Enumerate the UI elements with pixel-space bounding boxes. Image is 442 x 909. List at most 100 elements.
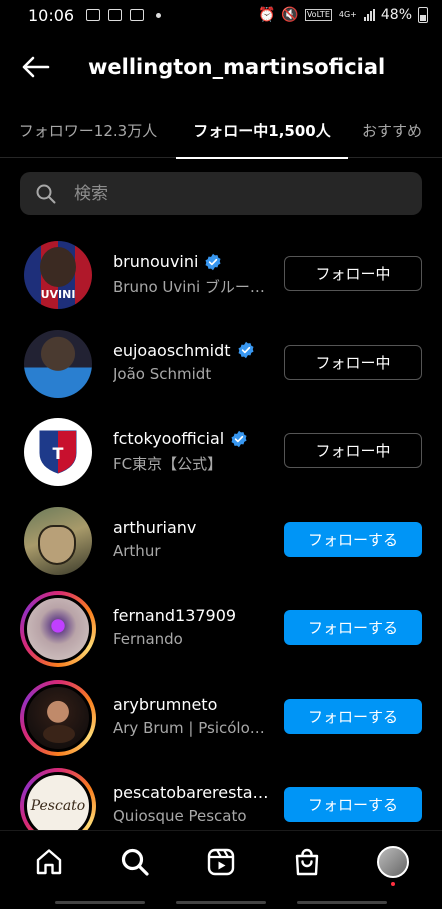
shop-icon [295, 848, 319, 876]
list-item[interactable]: arthurianv Arthur フォローする [0, 494, 442, 583]
username[interactable]: eujoaoschmidt [113, 341, 273, 360]
status-right: ⏰ 🔇 VoLTE 4G+ 48% [258, 7, 428, 23]
system-nav-home[interactable] [175, 901, 266, 904]
more-notifications-icon [156, 12, 162, 18]
bottom-nav [0, 830, 442, 893]
avatar[interactable] [24, 329, 92, 398]
follow-button[interactable]: フォローする [284, 521, 422, 557]
status-time: 10:06 [28, 5, 75, 25]
fullname: João Schmidt [113, 364, 212, 383]
avatar[interactable] [24, 506, 92, 575]
story-ring [20, 591, 96, 667]
fullname: Ary Brum | Psicólo… [113, 718, 265, 737]
back-button[interactable] [0, 40, 70, 94]
following-list: UVINI brunouvini Bruno Uvini ブルー… フォロー中 … [0, 228, 442, 848]
following-button[interactable]: フォロー中 [284, 256, 422, 291]
avatar-text: Pescato [30, 798, 86, 814]
fc-tokyo-crest-icon: T [39, 430, 77, 474]
search-icon [121, 848, 149, 876]
home-icon [36, 849, 62, 875]
volte-icon: VoLTE [304, 9, 332, 21]
avatar[interactable]: UVINI [24, 241, 92, 309]
username[interactable]: fctokyoofficial [113, 429, 273, 448]
profile-avatar [377, 846, 409, 878]
nav-reels[interactable] [191, 832, 251, 892]
avatar-text: UVINI [40, 288, 76, 301]
tab-suggested[interactable]: おすすめ [348, 102, 442, 158]
following-button[interactable]: フォロー中 [284, 344, 422, 380]
system-nav-bar [0, 896, 442, 909]
username[interactable]: arthurianv [113, 518, 273, 537]
search-input[interactable] [74, 183, 394, 204]
user-text: brunouvini Bruno Uvini ブルー… [113, 252, 273, 297]
tab-followers[interactable]: フォロワー12.3万人 [0, 102, 176, 158]
username-text: fernand137909 [113, 606, 237, 625]
battery-icon [418, 7, 428, 23]
username-text: fctokyoofficial [113, 429, 225, 448]
status-bar: 10:06 ⏰ 🔇 VoLTE 4G+ 48% [0, 0, 442, 30]
verified-badge-icon [230, 430, 248, 448]
user-text: pescatobarerestau… Quiosque Pescato [113, 783, 273, 825]
fullname: FC東京【公式】 [113, 455, 223, 473]
verified-badge-icon [237, 341, 255, 359]
list-item[interactable]: fernand137909 Fernando フォローする [0, 582, 442, 671]
follow-button[interactable]: フォローする [284, 787, 422, 822]
notification-dot [391, 882, 395, 886]
search-bar[interactable] [20, 172, 422, 215]
tab-following[interactable]: フォロー中1,500人 [176, 102, 348, 159]
username[interactable]: pescatobarerestau… [113, 783, 273, 802]
mute-icon: 🔇 [281, 7, 299, 23]
youtube-icon [108, 9, 123, 21]
system-nav-recent[interactable] [55, 901, 146, 904]
username-text: brunouvini [113, 252, 199, 271]
page-title: wellington_martinsoficial [88, 55, 386, 79]
status-left: 10:06 [28, 5, 162, 25]
username-text: eujoaoschmidt [113, 340, 231, 360]
avatar-wrapper [20, 503, 96, 579]
username[interactable]: brunouvini [113, 252, 273, 271]
follow-button[interactable]: フォローする [284, 698, 422, 734]
svg-text:T: T [53, 444, 64, 463]
avatar[interactable] [24, 683, 92, 752]
battery-level: 48% [380, 7, 412, 23]
following-button[interactable]: フォロー中 [284, 433, 422, 468]
fullname: Quiosque Pescato [113, 807, 247, 825]
user-text: arthurianv Arthur [113, 518, 273, 560]
avatar-wrapper [20, 326, 96, 402]
search-icon [36, 184, 56, 203]
news-icon [130, 9, 145, 21]
username-text: arybrumneto [113, 694, 218, 714]
username[interactable]: arybrumneto [113, 695, 273, 714]
list-item[interactable]: eujoaoschmidt João Schmidt フォロー中 [0, 317, 442, 406]
user-text: eujoaoschmidt João Schmidt [113, 341, 273, 383]
user-text: fctokyoofficial FC東京【公式】 [113, 429, 273, 474]
list-item[interactable]: T fctokyoofficial FC東京【公式】 フォロー中 [0, 405, 442, 494]
list-item[interactable]: UVINI brunouvini Bruno Uvini ブルー… フォロー中 [0, 228, 442, 317]
nav-profile[interactable] [363, 832, 423, 892]
avatar-wrapper: UVINI [20, 237, 96, 313]
username[interactable]: fernand137909 [113, 606, 273, 625]
alarm-icon: ⏰ [257, 7, 276, 23]
avatar[interactable] [24, 595, 92, 663]
header: wellington_martinsoficial [0, 40, 442, 94]
fullname: Fernando [113, 630, 183, 648]
tab-bar: フォロワー12.3万人 フォロー中1,500人 おすすめ [0, 102, 442, 159]
story-ring [20, 679, 96, 756]
nav-shop[interactable] [277, 832, 337, 892]
arrow-left-icon [22, 56, 50, 78]
reels-icon [207, 848, 235, 876]
system-nav-back[interactable] [296, 901, 387, 904]
fullname: Arthur [113, 541, 161, 560]
follow-button[interactable]: フォローする [284, 610, 422, 645]
list-item[interactable]: arybrumneto Ary Brum | Psicólo… フォローする [0, 671, 442, 760]
user-text: arybrumneto Ary Brum | Psicólo… [113, 695, 273, 737]
avatar-wrapper: T [20, 414, 96, 490]
nav-search[interactable] [105, 832, 165, 892]
gallery-icon [86, 9, 101, 21]
username-text: pescatobarerestau… [113, 783, 273, 802]
network-type: 4G+ [338, 10, 357, 19]
nav-home[interactable] [19, 832, 79, 892]
signal-icon [363, 9, 375, 21]
avatar[interactable]: T [24, 418, 92, 486]
fullname: Bruno Uvini ブルー… [113, 278, 265, 296]
